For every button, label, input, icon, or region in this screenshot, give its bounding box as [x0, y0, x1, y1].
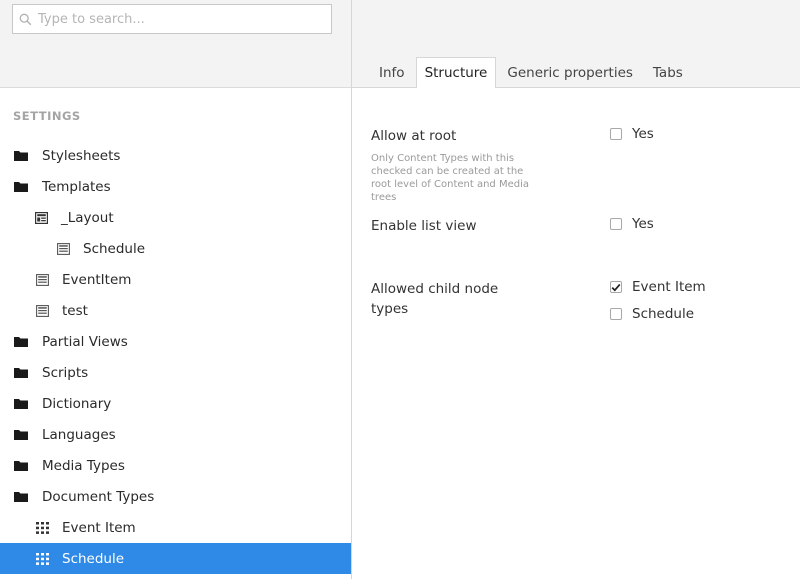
- tree-item-label: Media Types: [42, 457, 125, 474]
- tree-item-partial-views[interactable]: Partial Views: [0, 326, 351, 357]
- tab-tabs[interactable]: Tabs: [644, 57, 692, 87]
- tab-structure[interactable]: Structure: [415, 57, 497, 88]
- tree-item-event-item-doctype[interactable]: Event Item: [0, 512, 351, 543]
- event-item-checkbox[interactable]: [610, 281, 622, 293]
- grid-icon: [35, 552, 49, 566]
- search-icon: [19, 13, 32, 25]
- folder-icon: [14, 397, 28, 411]
- schedule-checkbox[interactable]: [610, 308, 622, 320]
- tree-item-schedule-doctype[interactable]: Schedule: [0, 543, 351, 574]
- grid-icon: [35, 521, 49, 535]
- tree-item-label: Schedule: [62, 550, 125, 567]
- tab-info[interactable]: Info: [370, 57, 414, 87]
- tree-item-label: Dictionary: [42, 395, 112, 412]
- tree-item-label: Languages: [42, 426, 116, 443]
- tree-item-label: test: [62, 302, 88, 319]
- allowed-child-node-types-label: Allowed child node: [371, 281, 499, 297]
- allow-at-root-option-label: Yes: [632, 126, 654, 142]
- template-icon: [35, 304, 49, 318]
- folder-icon: [14, 149, 28, 163]
- enable-list-view-checkbox[interactable]: [610, 218, 622, 230]
- enable-list-view-label: Enable list view: [371, 218, 477, 234]
- enable-list-view-option[interactable]: Yes: [610, 216, 654, 232]
- tree-item-eventitem-template[interactable]: EventItem: [0, 264, 351, 295]
- enable-list-view-option-label: Yes: [632, 216, 654, 232]
- allow-at-root-description: Only Content Types with this checked can…: [371, 153, 529, 203]
- allow-at-root-option[interactable]: Yes: [610, 126, 654, 142]
- template-icon: [34, 211, 48, 225]
- schedule-option-label: Schedule: [632, 306, 695, 322]
- allow-at-root-label: Allow at root: [371, 128, 457, 144]
- tree-item-dictionary[interactable]: Dictionary: [0, 388, 351, 419]
- template-icon: [35, 273, 49, 287]
- search-box[interactable]: [12, 4, 332, 34]
- event-item-option-label: Event Item: [632, 279, 706, 295]
- search-area: [0, 0, 351, 88]
- tree-item-schedule-template[interactable]: Schedule: [0, 233, 351, 264]
- tree-item-label: Scripts: [42, 364, 89, 381]
- tree-item-label: Document Types: [42, 488, 155, 505]
- tab-bar: Info Structure Generic properties Tabs: [370, 57, 694, 88]
- folder-icon: [14, 459, 28, 473]
- folder-icon: [14, 180, 28, 194]
- checkmark-icon: [611, 283, 621, 291]
- structure-panel: Allow at root Only Content Types with th…: [352, 89, 800, 579]
- search-input[interactable]: [38, 11, 318, 27]
- settings-tree: Stylesheets Templates _Layout Schedule E…: [0, 140, 351, 574]
- left-panel: SETTINGS Stylesheets Templates _Layout: [0, 0, 352, 579]
- tree-item-templates[interactable]: Templates: [0, 171, 351, 202]
- tree-item-stylesheets[interactable]: Stylesheets: [0, 140, 351, 171]
- tree-item-test-template[interactable]: test: [0, 295, 351, 326]
- tree-item-label: EventItem: [62, 271, 132, 288]
- tree-item-label: _Layout: [61, 209, 114, 226]
- section-title-settings: SETTINGS: [13, 109, 81, 123]
- tree-item-scripts[interactable]: Scripts: [0, 357, 351, 388]
- folder-icon: [14, 490, 28, 504]
- tree-item-label: Partial Views: [42, 333, 128, 350]
- folder-icon: [14, 335, 28, 349]
- allow-at-root-checkbox[interactable]: [610, 128, 622, 140]
- tree-item-document-types[interactable]: Document Types: [0, 481, 351, 512]
- child-type-option-event-item[interactable]: Event Item: [610, 279, 706, 295]
- folder-icon: [14, 366, 28, 380]
- tree-item-layout[interactable]: _Layout: [0, 202, 351, 233]
- tree-item-languages[interactable]: Languages: [0, 419, 351, 450]
- tree-item-media-types[interactable]: Media Types: [0, 450, 351, 481]
- template-icon: [56, 242, 70, 256]
- tree-item-label: Stylesheets: [42, 147, 121, 164]
- tab-generic-properties[interactable]: Generic properties: [498, 57, 642, 87]
- editor-header: Info Structure Generic properties Tabs: [352, 0, 800, 88]
- allowed-child-node-types-label-line2: types: [371, 301, 409, 317]
- tree-item-label: Event Item: [62, 519, 136, 536]
- tree-item-label: Templates: [42, 178, 111, 195]
- folder-icon: [14, 428, 28, 442]
- child-type-option-schedule[interactable]: Schedule: [610, 306, 694, 322]
- tree-item-label: Schedule: [83, 240, 146, 257]
